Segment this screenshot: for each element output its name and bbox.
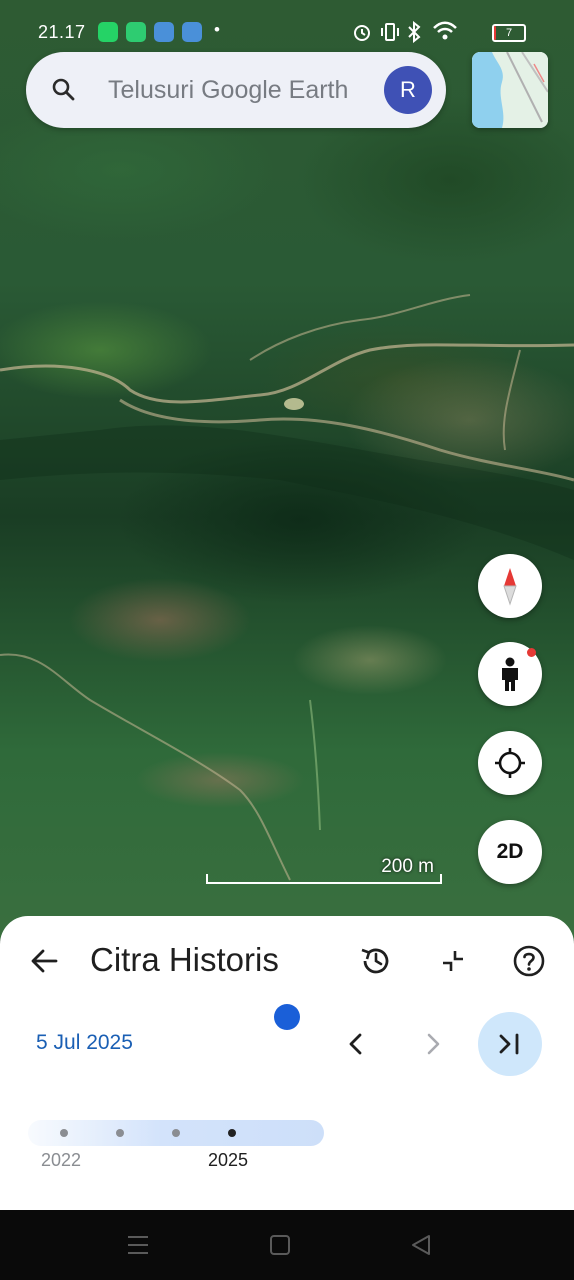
compass-icon bbox=[503, 568, 517, 606]
compass-button[interactable] bbox=[478, 554, 542, 618]
chevron-right-icon bbox=[427, 1033, 440, 1055]
current-date: 5 Jul 2025 bbox=[36, 1031, 133, 1054]
map-scale: 200 m bbox=[206, 852, 444, 886]
help-button[interactable] bbox=[509, 941, 549, 981]
search-input[interactable]: Telusuri Google Earth bbox=[108, 76, 348, 105]
timeline-end-label: 2025 bbox=[208, 1150, 249, 1170]
app-icon bbox=[154, 22, 174, 42]
app-icon bbox=[182, 22, 202, 42]
latest-image-button[interactable] bbox=[478, 1012, 542, 1076]
vibrate-icon bbox=[381, 23, 399, 41]
chevron-left-icon bbox=[349, 1033, 362, 1055]
bluetooth-icon bbox=[408, 21, 421, 43]
timeline-tick[interactable] bbox=[116, 1129, 124, 1137]
history-icon bbox=[361, 948, 389, 974]
notification-dot bbox=[527, 648, 536, 657]
map-style-button[interactable] bbox=[472, 52, 548, 128]
battery-level: 7 bbox=[505, 27, 513, 39]
scale-bar-line bbox=[206, 874, 442, 884]
wifi-icon bbox=[433, 21, 457, 40]
timeline-handle[interactable] bbox=[274, 1004, 300, 1030]
battery-icon: 7 bbox=[492, 24, 526, 42]
historical-imagery-panel: Citra Historis 5 Jul 2025 2022 2025 bbox=[0, 916, 574, 1210]
search-icon[interactable] bbox=[50, 76, 78, 104]
panel-title: Citra Historis bbox=[90, 941, 279, 978]
street-view-button[interactable] bbox=[478, 642, 542, 706]
help-icon bbox=[513, 945, 545, 977]
home-icon[interactable] bbox=[269, 1234, 291, 1256]
satellite-map[interactable] bbox=[0, 0, 574, 940]
timeline-tick[interactable] bbox=[228, 1129, 236, 1137]
dot-icon: • bbox=[214, 20, 220, 39]
collapse-button[interactable] bbox=[433, 941, 473, 981]
timeline-start-label: 2022 bbox=[41, 1150, 82, 1170]
vpn-shield-icon bbox=[126, 22, 146, 42]
timeline-tick[interactable] bbox=[172, 1129, 180, 1137]
skip-to-latest-icon bbox=[499, 1033, 519, 1055]
collapse-icon bbox=[443, 951, 463, 971]
search-bar[interactable]: Telusuri Google Earth R bbox=[26, 52, 446, 128]
battery-level-fill bbox=[494, 26, 497, 40]
view-mode-2d-button[interactable]: 2D bbox=[478, 820, 542, 884]
system-navigation-bar bbox=[0, 1210, 574, 1280]
whatsapp-icon bbox=[98, 22, 118, 42]
history-button[interactable] bbox=[356, 941, 396, 981]
my-location-icon bbox=[495, 748, 525, 778]
my-location-button[interactable] bbox=[478, 731, 542, 795]
street-view-icon bbox=[502, 657, 518, 691]
back-nav-icon[interactable] bbox=[410, 1234, 432, 1256]
previous-image-button[interactable] bbox=[336, 1024, 376, 1064]
map-terrain bbox=[0, 294, 574, 881]
account-avatar[interactable]: R bbox=[384, 66, 432, 114]
alarm-icon bbox=[354, 25, 370, 41]
timeline-tick[interactable] bbox=[60, 1129, 68, 1137]
map-thumbnail-icon bbox=[472, 52, 548, 128]
status-time: 21.17 bbox=[38, 22, 86, 42]
next-image-button[interactable] bbox=[413, 1024, 453, 1064]
back-button[interactable] bbox=[24, 941, 64, 981]
arrow-back-icon bbox=[31, 949, 58, 973]
menu-icon[interactable] bbox=[127, 1234, 149, 1256]
